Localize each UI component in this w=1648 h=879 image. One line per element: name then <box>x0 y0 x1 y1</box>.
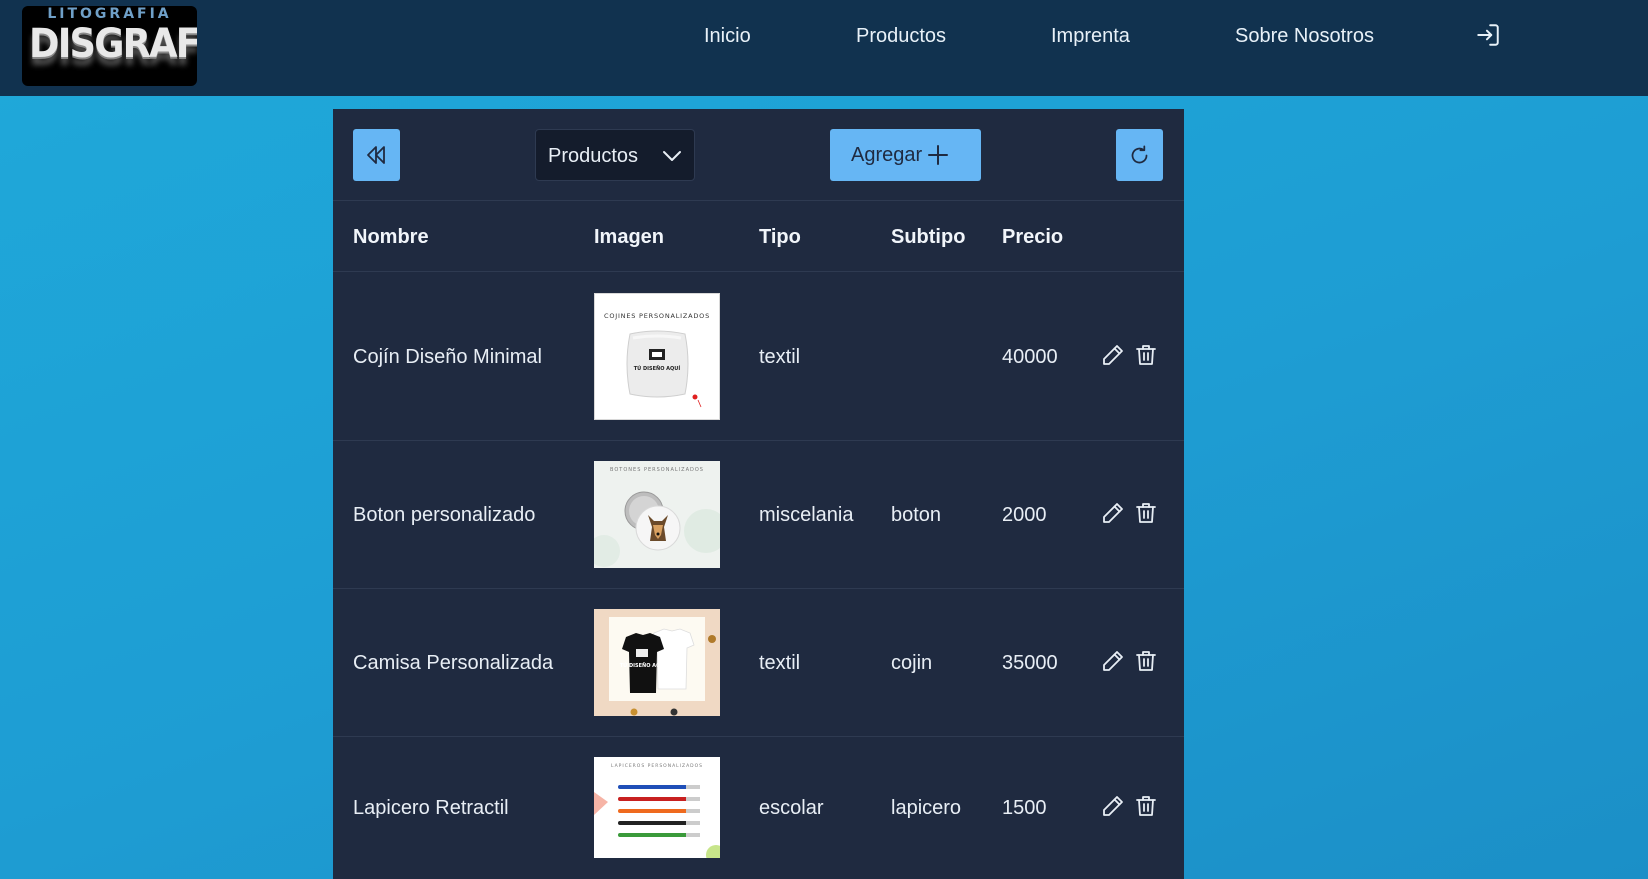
pencil-icon[interactable] <box>1101 794 1125 818</box>
cell-tipo: textil <box>759 652 801 674</box>
cell-subtipo: boton <box>891 504 942 526</box>
cell-nombre: Boton personalizado <box>353 504 536 526</box>
cell-precio: 40000 <box>1002 346 1058 368</box>
pencil-icon[interactable] <box>1101 501 1125 525</box>
cell-subtipo: lapicero <box>891 797 962 819</box>
plus-icon <box>928 145 948 165</box>
cell-precio: 2000 <box>1002 504 1047 526</box>
table-header: Nombre Imagen Tipo Subtipo Precio <box>333 201 1184 272</box>
nav-link-productos[interactable]: Productos <box>856 22 946 50</box>
column-header-precio[interactable]: Precio <box>1002 225 1063 249</box>
table-row[interactable]: Lapicero Retractil LAPICEROS PERSONALIZA… <box>333 737 1184 879</box>
chevron-down-icon <box>663 151 681 161</box>
thumb-caption: LAPICEROS PERSONALIZADOS <box>611 763 703 769</box>
column-header-subtipo[interactable]: Subtipo <box>891 225 965 249</box>
thumb-text: TÚ DISEÑO AQUÍ <box>620 661 667 669</box>
tshirt-image: TÚ DISEÑO AQUÍ <box>609 617 716 716</box>
trash-icon[interactable] <box>1134 343 1158 367</box>
table-row[interactable]: Cojín Diseño Minimal COJINES PERSONALIZA… <box>333 273 1184 441</box>
add-button[interactable]: Agregar <box>830 129 981 181</box>
cushion-image: COJINES PERSONALIZADOS TÚ DISEÑO AQUÍ <box>604 312 710 408</box>
pencil-icon[interactable] <box>1101 343 1125 367</box>
thumb-caption: COJINES PERSONALIZADOS <box>604 312 710 320</box>
column-header-tipo[interactable]: Tipo <box>759 225 801 249</box>
category-select[interactable]: Productos <box>535 129 695 181</box>
thumb-text: TÚ DISEÑO AQUÍ <box>634 364 681 372</box>
table-row[interactable]: Boton personalizado BOTONES PERSONALIZAD… <box>333 441 1184 589</box>
cell-precio: 35000 <box>1002 652 1058 674</box>
sign-in-icon[interactable] <box>1475 22 1501 48</box>
products-panel: Productos Agregar Nombre Imagen Tipo Sub… <box>333 109 1184 879</box>
cell-nombre: Lapicero Retractil <box>353 797 509 819</box>
navbar: LITOGRAFIA DISGRAFIC Inicio Productos Im… <box>0 0 1648 96</box>
column-header-nombre[interactable]: Nombre <box>353 225 429 249</box>
cell-nombre: Camisa Personalizada <box>353 652 554 674</box>
cell-tipo: escolar <box>759 797 824 819</box>
disgrafic-logo[interactable]: LITOGRAFIA DISGRAFIC <box>22 6 197 86</box>
logo-top-text: LITOGRAFIA <box>47 6 172 22</box>
nav-link-imprenta[interactable]: Imprenta <box>1051 22 1130 50</box>
cell-precio: 1500 <box>1002 797 1047 819</box>
thumb-caption: BOTONES PERSONALIZADOS <box>610 467 704 473</box>
toolbar: Productos Agregar <box>333 109 1184 201</box>
refresh-button[interactable] <box>1116 129 1163 181</box>
refresh-icon <box>1131 145 1148 164</box>
product-image: BOTONES PERSONALIZADOS <box>594 461 720 568</box>
back-button[interactable] <box>353 129 400 181</box>
pens-image: LAPICEROS PERSONALIZADOS <box>594 763 720 858</box>
button-pin-image: BOTONES PERSONALIZADOS <box>594 467 720 567</box>
table-row[interactable]: Camisa Personalizada TÚ DISEÑO AQUÍ text… <box>333 589 1184 737</box>
pencil-icon[interactable] <box>1101 649 1125 673</box>
cell-tipo: textil <box>759 346 801 368</box>
column-header-imagen[interactable]: Imagen <box>594 225 664 249</box>
nav-link-inicio[interactable]: Inicio <box>704 22 751 50</box>
cell-nombre: Cojín Diseño Minimal <box>353 346 542 368</box>
cell-tipo: miscelania <box>759 504 854 526</box>
nav-link-sobre-nosotros[interactable]: Sobre Nosotros <box>1235 22 1374 50</box>
logo-main-text: DISGRAFIC <box>29 21 197 67</box>
trash-icon[interactable] <box>1134 501 1158 525</box>
product-image: TÚ DISEÑO AQUÍ <box>594 609 720 716</box>
cell-subtipo: cojin <box>891 652 933 674</box>
trash-icon[interactable] <box>1134 794 1158 818</box>
product-image: COJINES PERSONALIZADOS TÚ DISEÑO AQUÍ <box>594 293 720 420</box>
trash-icon[interactable] <box>1134 649 1158 673</box>
category-select-value: Productos <box>548 145 639 167</box>
product-image: LAPICEROS PERSONALIZADOS <box>594 757 720 858</box>
double-chevron-left-icon <box>367 146 385 164</box>
add-button-label: Agregar <box>851 144 923 166</box>
